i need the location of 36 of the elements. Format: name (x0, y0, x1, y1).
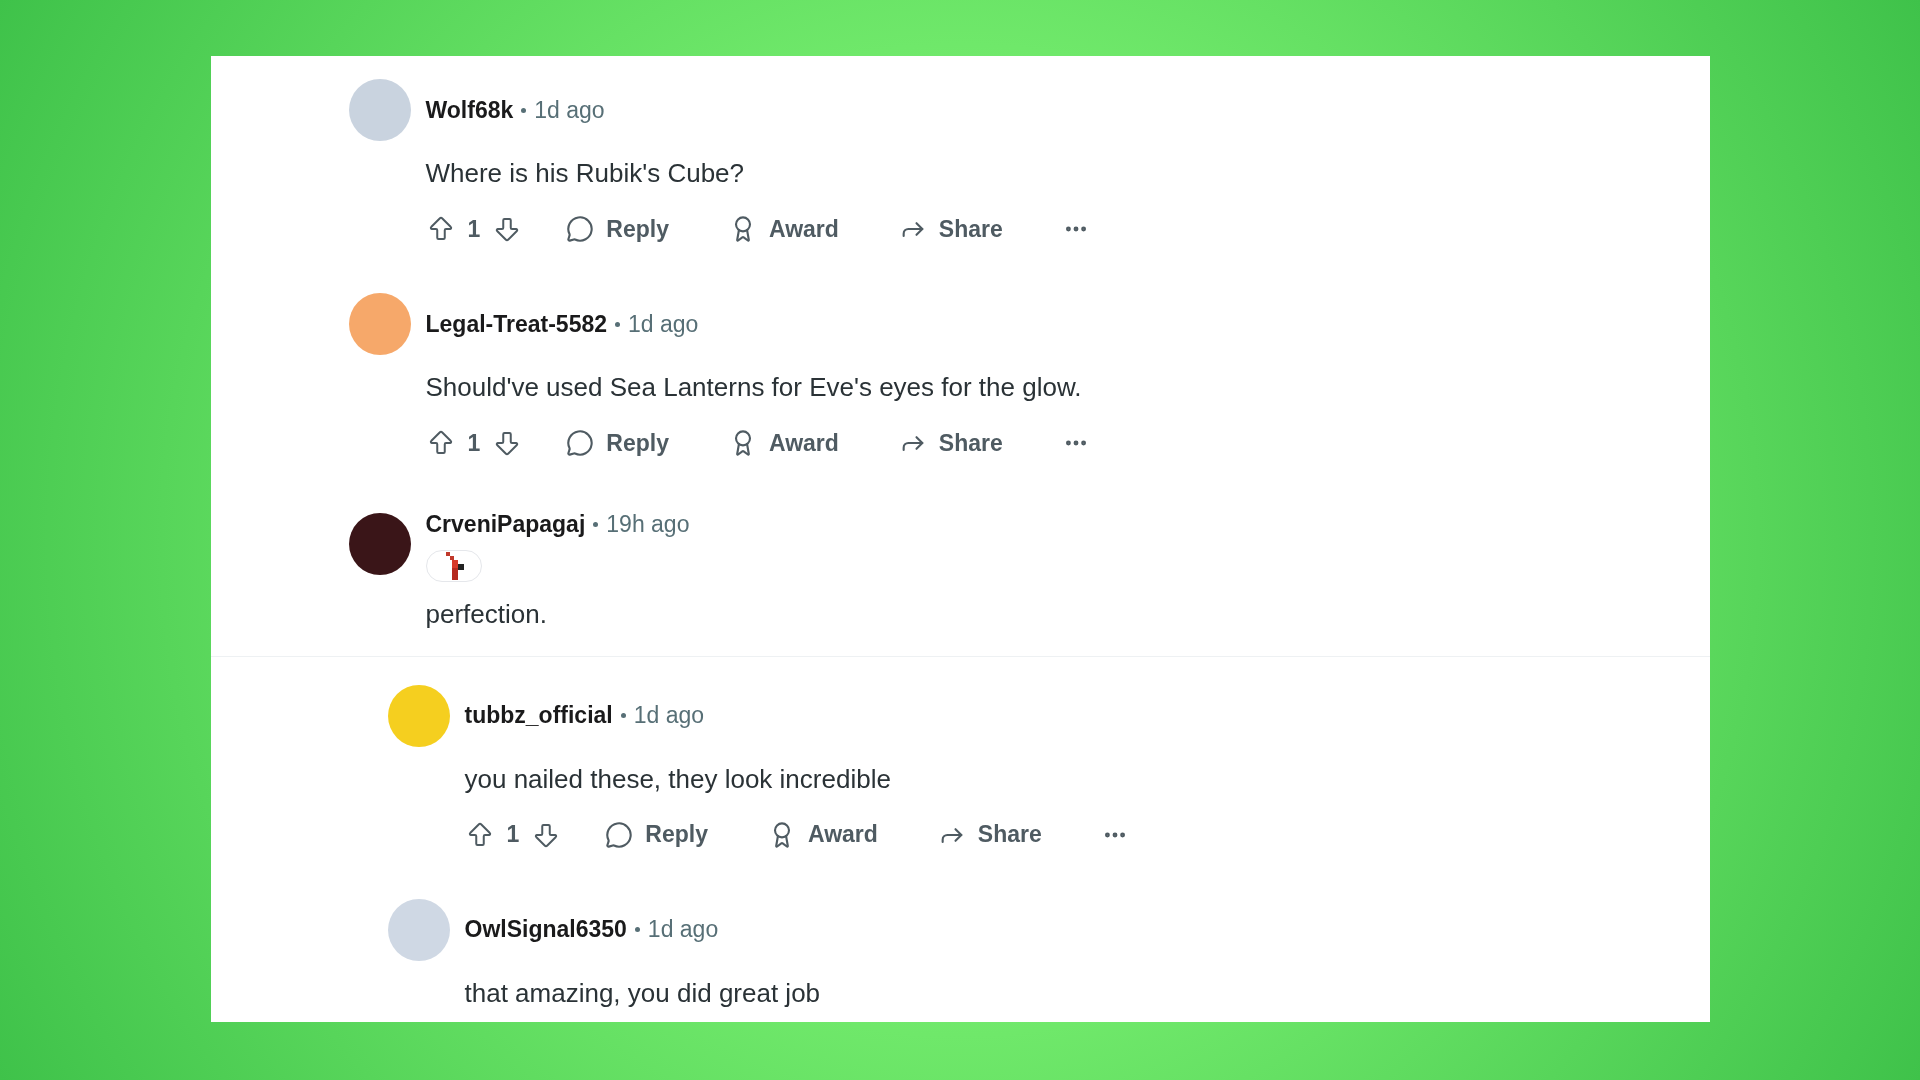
share-button[interactable]: Share (890, 211, 1011, 247)
share-button[interactable]: Share (890, 425, 1011, 461)
username[interactable]: tubbz_official (464, 698, 613, 733)
share-button[interactable]: Share (929, 817, 1050, 852)
comment-text: you nailed these, they look incredible (464, 762, 892, 796)
dot-separator-icon (521, 107, 527, 113)
username[interactable]: Legal-Treat-5582 (425, 306, 608, 342)
speech-bubble-icon (566, 215, 595, 243)
dot-separator-icon (620, 713, 626, 718)
reply-button[interactable]: Reply (558, 211, 677, 247)
username[interactable]: Wolf68k (425, 92, 514, 128)
reply-button[interactable]: Reply (597, 817, 716, 852)
reply-button[interactable]: Reply (558, 425, 677, 461)
timestamp: 1d ago (628, 309, 699, 339)
speech-bubble-icon (605, 820, 634, 849)
dot-separator-icon (593, 521, 599, 527)
vote-count: 1 (467, 214, 481, 244)
timestamp: 1d ago (647, 915, 719, 945)
award-button[interactable]: Award (720, 425, 847, 461)
username[interactable]: OwlSignal6350 (464, 912, 627, 947)
comment-text: that amazing, you did great job (464, 976, 822, 1010)
comment-text: perfection. (425, 597, 548, 631)
comment-text: Should've used Sea Lanterns for Eve's eyes for the glow. (425, 371, 1083, 404)
timestamp: 1d ago (633, 701, 705, 731)
username[interactable]: CrveniPapagaj (425, 507, 586, 542)
speech-bubble-icon (566, 429, 595, 457)
comment-text: Where is his Rubik's Cube? (425, 157, 746, 190)
dot-separator-icon (615, 321, 621, 327)
timestamp: 19h ago (606, 510, 690, 539)
vote-count: 1 (506, 820, 520, 850)
award-button[interactable]: Award (759, 817, 886, 852)
vote-count: 1 (467, 428, 481, 458)
timestamp: 1d ago (534, 95, 605, 125)
pixel-bird-icon (443, 551, 464, 580)
award-button[interactable]: Award (720, 211, 847, 247)
dot-separator-icon (634, 927, 640, 932)
